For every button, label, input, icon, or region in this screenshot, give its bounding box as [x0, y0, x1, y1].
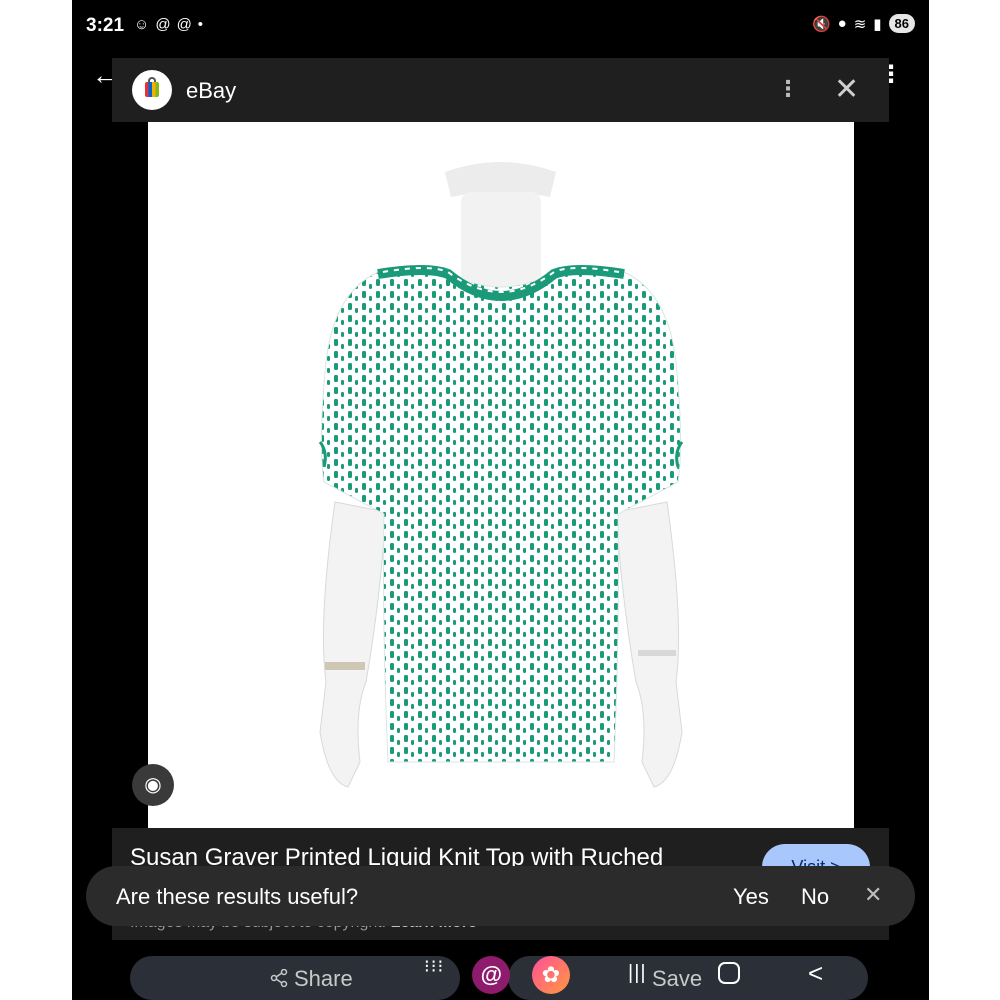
- save-label: Save: [652, 966, 703, 991]
- product-image[interactable]: [148, 122, 854, 828]
- sheet-header: eBay ⋮ ✕: [112, 58, 889, 122]
- google-lens-icon[interactable]: ◉: [132, 764, 174, 806]
- wifi-icon: ≋: [853, 15, 867, 33]
- home-icon[interactable]: [718, 962, 740, 984]
- nav-back-icon[interactable]: <: [808, 958, 823, 989]
- status-time: 3:21: [86, 15, 125, 36]
- notification-icons: ☺ @ @ •: [134, 16, 203, 34]
- threads-icon: @: [176, 16, 192, 33]
- signal-icon: ▮: [873, 15, 882, 33]
- feedback-snackbar: Are these results useful? Yes No ✕: [86, 866, 915, 926]
- ebay-logo-icon: [132, 70, 172, 110]
- share-label: Share: [294, 966, 353, 991]
- bottom-action-area: Share Save ⁝⁝⁝ @ ✿ ||| <: [72, 940, 929, 1000]
- more-options-icon[interactable]: ⋮: [777, 76, 799, 102]
- mannequin-top-illustration: [318, 162, 684, 788]
- battery-indicator: 86: [888, 14, 915, 33]
- dismiss-feedback-icon[interactable]: ✕: [864, 882, 882, 908]
- status-bar: 3:21 ☺ @ @ • 🔇 ● ≋ ▮ 86: [72, 0, 929, 52]
- feedback-yes-button[interactable]: Yes: [733, 884, 769, 910]
- location-icon: ●: [837, 15, 847, 32]
- feedback-no-button[interactable]: No: [801, 884, 829, 910]
- message-icon: ☺: [134, 16, 150, 33]
- threads-icon: @: [155, 16, 171, 33]
- phone-screen: 3:21 ☺ @ @ • 🔇 ● ≋ ▮ 86 ← ⋮ eBay ⋮ ✕ ◉ S…: [72, 0, 929, 1000]
- share-icon: [270, 969, 288, 987]
- photos-app-icon[interactable]: ✿: [532, 956, 570, 994]
- mute-icon: 🔇: [811, 15, 831, 33]
- feedback-question: Are these results useful?: [116, 884, 359, 909]
- close-icon[interactable]: ✕: [834, 72, 859, 107]
- dot-icon: •: [197, 16, 204, 33]
- bag-body: [145, 82, 159, 97]
- app-drawer-icon[interactable]: ⁝⁝⁝: [424, 957, 444, 975]
- recents-icon[interactable]: |||: [628, 962, 647, 985]
- source-app-name: eBay: [186, 78, 237, 103]
- system-icons: 🔇 ● ≋ ▮ 86: [812, 14, 915, 33]
- threads-app-icon[interactable]: @: [472, 956, 510, 994]
